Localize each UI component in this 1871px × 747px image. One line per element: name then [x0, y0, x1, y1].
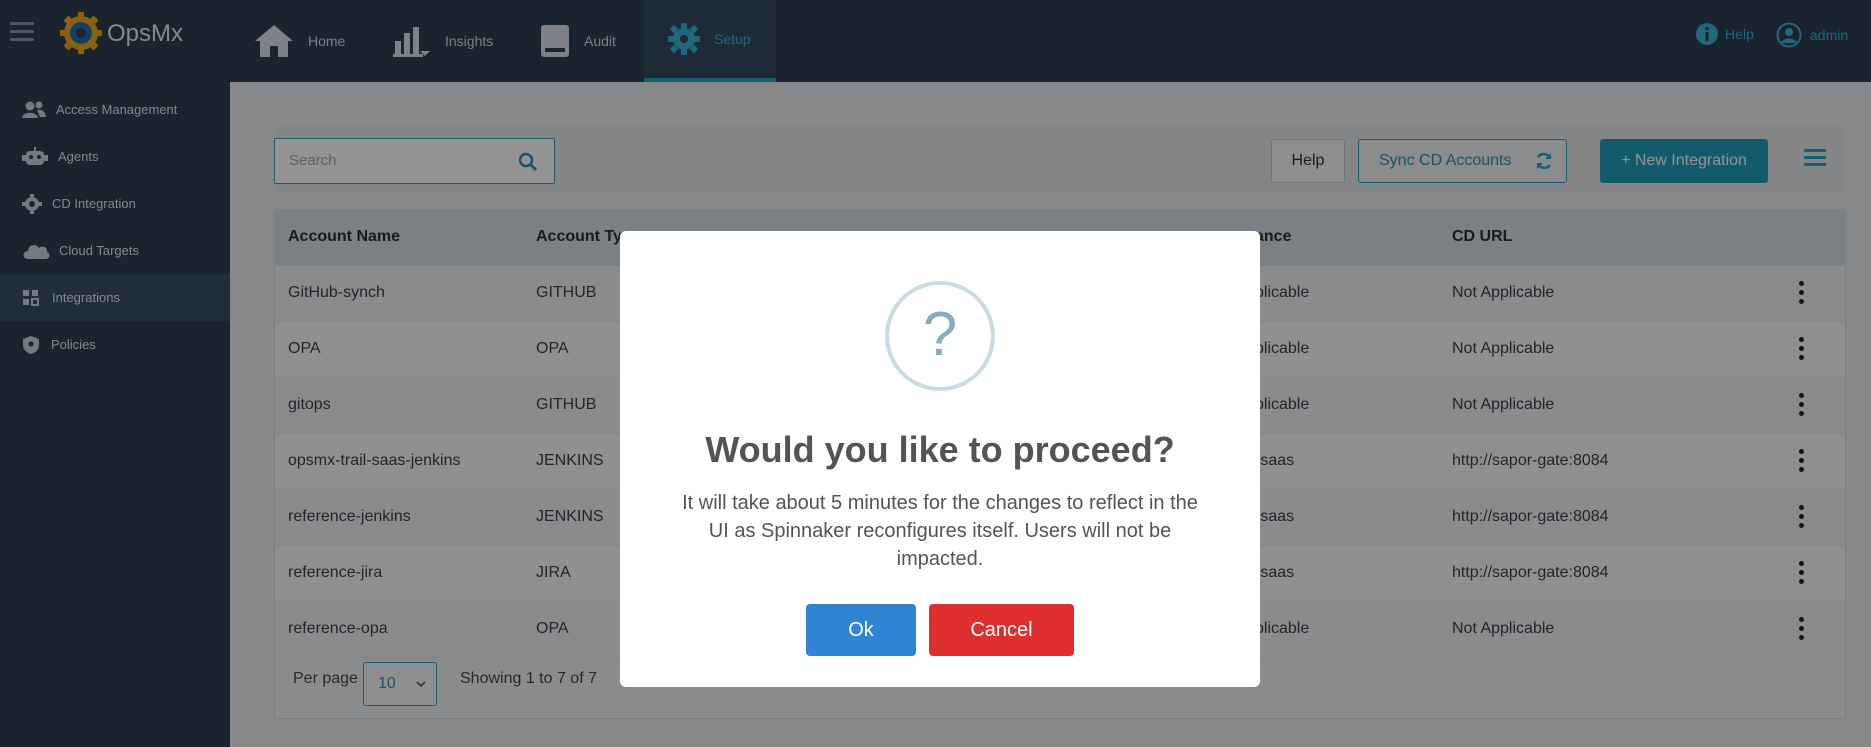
question-icon: ?	[885, 281, 995, 391]
dialog-title: Would you like to proceed?	[705, 429, 1175, 470]
cancel-button[interactable]: Cancel	[929, 604, 1074, 656]
dialog-message: It will take about 5 minutes for the cha…	[682, 492, 1198, 570]
ok-button[interactable]: Ok	[806, 604, 916, 656]
confirm-dialog: ? Would you like to proceed? It will tak…	[620, 231, 1260, 687]
